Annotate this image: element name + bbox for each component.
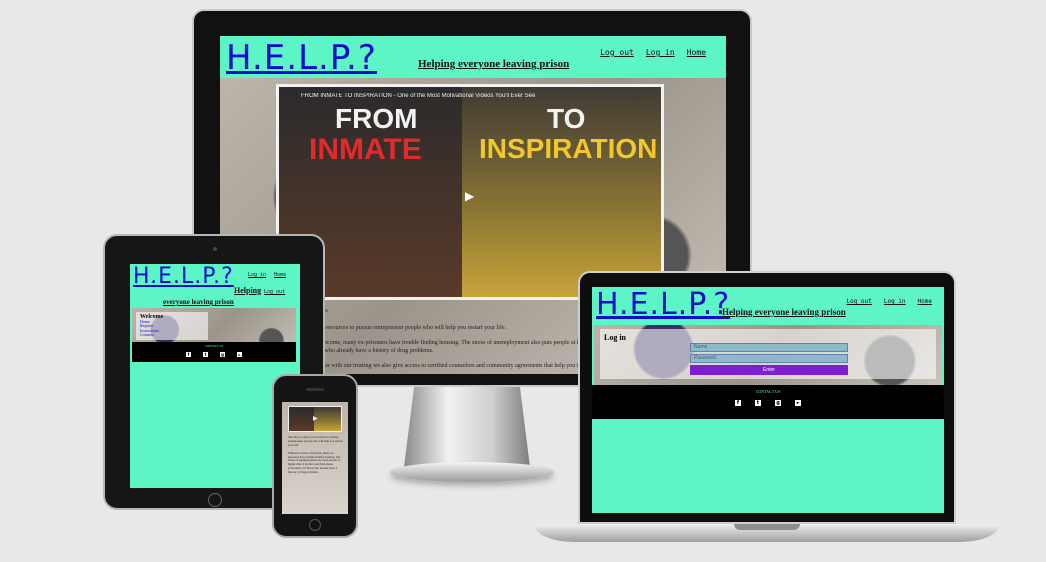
phone-home-button bbox=[309, 519, 321, 531]
nav-home-link[interactable]: Home bbox=[274, 272, 286, 278]
twitter-icon[interactable]: t bbox=[203, 352, 208, 357]
video-text-inmate: INMATE bbox=[309, 133, 422, 166]
site-logo[interactable]: H.E.L.P.? bbox=[133, 264, 234, 289]
tablet-camera bbox=[213, 247, 217, 251]
phone-screen: ▶ The site is to give you resources to p… bbox=[282, 402, 348, 514]
footer-contact[interactable]: CONTACT US bbox=[132, 344, 296, 348]
intro-text: The site is to give you resources to pur… bbox=[288, 435, 344, 475]
video-right-frame bbox=[313, 407, 341, 431]
nav-logout-link[interactable]: Log out bbox=[847, 298, 872, 305]
password-input[interactable]: Password bbox=[690, 354, 848, 363]
site-tagline: Helping everyone leaving prison bbox=[722, 307, 846, 317]
intro-paragraph-1: ou resources to pursue entrepreneur peop… bbox=[318, 324, 507, 331]
laptop-screen: H.E.L.P.? Helping everyone leaving priso… bbox=[592, 287, 944, 513]
nav-login-link[interactable]: Log in bbox=[248, 272, 266, 278]
video-text-inspiration: INSPIRATION bbox=[479, 133, 658, 164]
video-text-from: FROM bbox=[335, 103, 418, 134]
site-tagline-part-1: Helping bbox=[234, 286, 262, 295]
social-links: f t g ▸ bbox=[592, 400, 944, 406]
tablet-home-button bbox=[208, 493, 222, 507]
video-title[interactable]: FROM INMATE TO INSPIRATION - One of the … bbox=[301, 93, 601, 99]
intro-paragraph-2: Without a source of income, many ex-pris… bbox=[288, 450, 341, 475]
main-nav: Log out Log in Home bbox=[847, 298, 932, 305]
site-footer: CONTACT US f t g ▸ bbox=[132, 342, 296, 362]
nav-logout-link[interactable]: Log out bbox=[600, 48, 634, 57]
google-plus-icon[interactable]: g bbox=[775, 400, 781, 406]
nav-login-link[interactable]: Log in bbox=[646, 48, 675, 57]
video-left-frame bbox=[289, 407, 314, 431]
youtube-icon[interactable]: ▸ bbox=[237, 352, 242, 357]
site-logo[interactable]: H.E.L.P.? bbox=[226, 38, 377, 78]
site-logo[interactable]: H.E.L.P.? bbox=[596, 287, 730, 322]
phone-speaker bbox=[306, 388, 324, 391]
site-tagline: Helping everyone leaving prison bbox=[418, 58, 570, 70]
site-footer: CONTACT US f t g ▸ bbox=[592, 385, 944, 419]
play-icon[interactable]: ▶ bbox=[465, 189, 474, 204]
twitter-icon[interactable]: t bbox=[755, 400, 761, 406]
hero-background: ▶ The site is to give you resources to p… bbox=[282, 402, 348, 514]
intro-text: ides ou resources to pursue entrepreneur… bbox=[318, 308, 588, 371]
laptop-mockup: H.E.L.P.? Helping everyone leaving priso… bbox=[578, 271, 956, 524]
monitor-stand-base bbox=[390, 462, 554, 482]
site-header: H.E.L.P.? Helping everyone leaving priso… bbox=[220, 36, 726, 78]
play-icon[interactable]: ▶ bbox=[313, 415, 318, 422]
nav-home-link[interactable]: Home bbox=[918, 298, 932, 305]
embedded-video[interactable]: ▶ bbox=[288, 406, 342, 432]
site-header: H.E.L.P.? Helping everyone leaving priso… bbox=[592, 287, 944, 325]
login-heading: Log in bbox=[604, 333, 627, 342]
welcome-panel: Welcome Home Register Instructions Conta… bbox=[136, 312, 208, 340]
site-tagline-part-2: everyone leaving prison bbox=[163, 298, 234, 306]
facebook-icon[interactable]: f bbox=[735, 400, 741, 406]
main-nav: Log in Home bbox=[248, 272, 286, 278]
facebook-icon[interactable]: f bbox=[186, 352, 191, 357]
phone-mockup: ▶ The site is to give you resources to p… bbox=[272, 374, 358, 538]
intro-paragraph-4: enter with our trusting we also give acc… bbox=[318, 363, 582, 369]
login-panel: Log in Name Password Enter bbox=[600, 329, 936, 379]
laptop-notch bbox=[734, 524, 800, 530]
enter-button[interactable]: Enter bbox=[690, 365, 848, 375]
intro-paragraph-1: The site is to give you resources to pur… bbox=[288, 435, 343, 447]
monitor-stand-neck bbox=[404, 387, 530, 467]
welcome-links: Home Register Instructions Contacts bbox=[140, 319, 204, 338]
nav-home-link[interactable]: Home bbox=[687, 48, 706, 57]
intro-paragraph-2: d income, many ex-prisoners have trouble… bbox=[318, 340, 588, 346]
hero-background: Log in Name Password Enter bbox=[594, 325, 942, 385]
site-header: H.E.L.P.? Log in Home Helping Log out ev… bbox=[130, 264, 300, 308]
youtube-icon[interactable]: ▸ bbox=[795, 400, 801, 406]
main-nav: Log out Log in Home bbox=[600, 48, 706, 57]
video-text-to: TO bbox=[547, 103, 586, 134]
footer-contact[interactable]: CONTACT US bbox=[592, 389, 944, 394]
video-caption: ides bbox=[318, 308, 588, 316]
hero-background: Welcome Home Register Instructions Conta… bbox=[132, 308, 296, 362]
username-input[interactable]: Name bbox=[690, 343, 848, 352]
nav-login-link[interactable]: Log in bbox=[884, 298, 906, 305]
nav-logout-link[interactable]: Log out bbox=[264, 289, 285, 295]
intro-paragraph-3: se who already have a history of drug pr… bbox=[318, 347, 434, 354]
google-plus-icon[interactable]: g bbox=[220, 352, 225, 357]
social-links: f t g ▸ bbox=[132, 352, 296, 357]
welcome-link-contacts[interactable]: Contacts bbox=[140, 332, 204, 337]
embedded-video[interactable]: FROM INMATE TO INSPIRATION - One of the … bbox=[276, 84, 664, 300]
